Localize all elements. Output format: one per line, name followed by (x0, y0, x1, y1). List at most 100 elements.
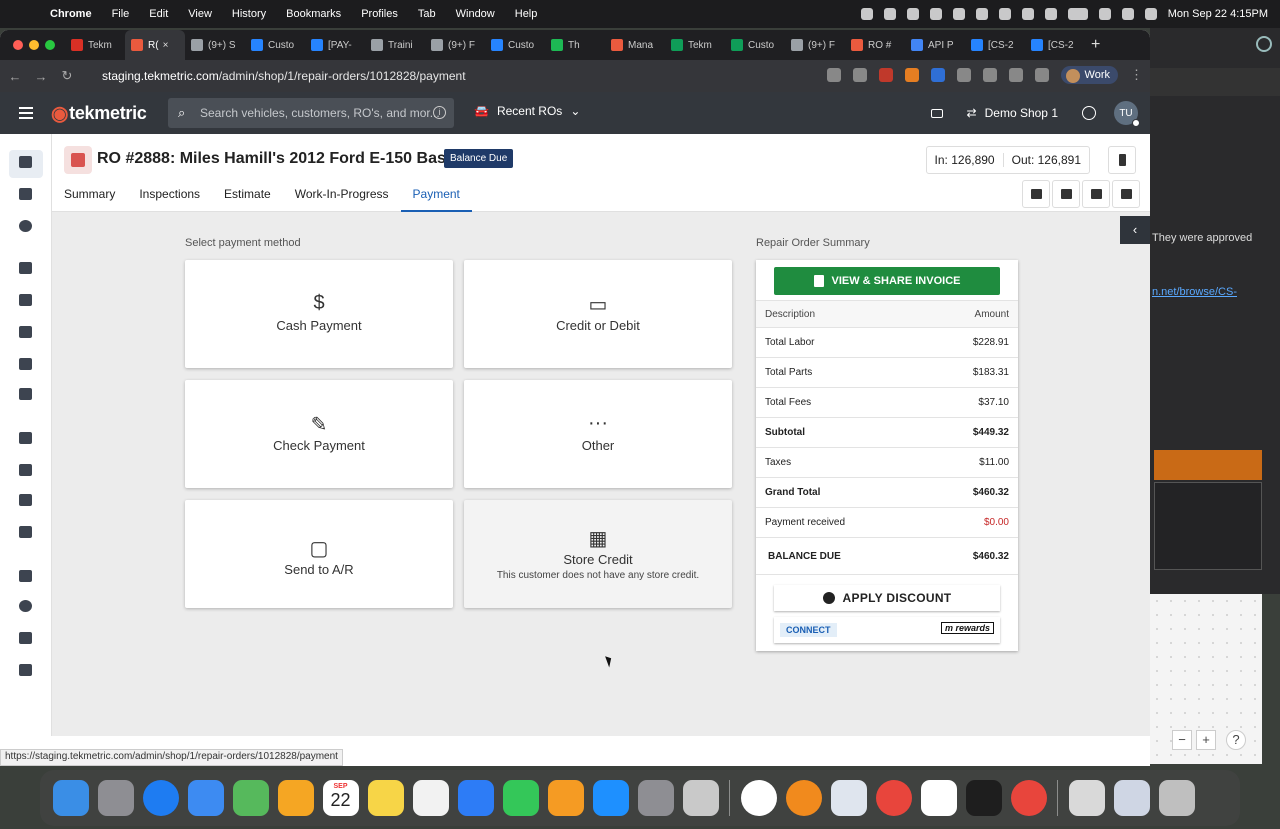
profile-button[interactable]: Work (1060, 66, 1118, 84)
global-search-input[interactable]: ⌕ Search vehicles, customers, RO's, and … (168, 98, 454, 128)
control-center-icon[interactable] (1144, 8, 1157, 20)
browser-tab[interactable]: Traini (365, 30, 425, 60)
browser-tab[interactable]: Custo (485, 30, 545, 60)
close-tab-icon[interactable]: × (163, 40, 169, 51)
screenshot-folder-icon[interactable] (1068, 780, 1105, 816)
news-icon[interactable] (412, 780, 449, 816)
user-avatar[interactable]: TU (1114, 101, 1140, 127)
car-icon[interactable] (19, 188, 32, 200)
check-payment-card[interactable]: ✎ Check Payment (185, 380, 453, 488)
print-icon[interactable] (1112, 180, 1140, 208)
shop-selector[interactable]: Demo Shop 1 (985, 106, 1058, 120)
connect-button[interactable]: CONNECT (780, 623, 837, 637)
close-window-button[interactable] (13, 40, 23, 50)
menu-tab[interactable]: Tab (418, 8, 436, 20)
install-app-icon[interactable] (826, 68, 841, 82)
tab-estimate[interactable]: Estimate (212, 182, 283, 212)
menu-window[interactable]: Window (456, 8, 495, 20)
apply-discount-button[interactable]: APPLY DISCOUNT (774, 585, 1000, 611)
inventory-icon[interactable] (19, 294, 32, 306)
calendar-icon[interactable] (19, 262, 32, 274)
clock[interactable]: Mon Sep 22 4:15PM (1168, 8, 1268, 20)
minimize-window-button[interactable] (29, 40, 39, 50)
extension-icon[interactable] (930, 68, 945, 82)
menu-file[interactable]: File (112, 8, 130, 20)
pages-icon[interactable] (547, 780, 584, 816)
send-to-ar-card[interactable]: ▢ Send to A/R (185, 500, 453, 608)
info-icon[interactable]: i (433, 106, 446, 119)
slack-icon[interactable] (920, 780, 957, 816)
chevron-left-icon[interactable]: ‹ (1120, 216, 1150, 244)
mileage-box[interactable]: In: 126,890 Out: 126,891 (925, 146, 1090, 174)
credit-debit-card[interactable]: ▭ Credit or Debit (464, 260, 732, 368)
bookmark-star-icon[interactable] (982, 68, 997, 82)
menu-app-name[interactable]: Chrome (50, 8, 92, 20)
reports-chart-icon[interactable] (19, 358, 32, 370)
tekmetric-logo[interactable]: ◉ tekmetric (51, 101, 147, 126)
tab-work-in-progress[interactable]: Work-In-Progress (283, 182, 401, 212)
iphone-mirroring-icon[interactable] (682, 780, 719, 816)
media-controls-icon[interactable] (1034, 68, 1049, 82)
menu-bookmarks[interactable]: Bookmarks (286, 8, 341, 20)
trash-icon[interactable] (1158, 780, 1195, 816)
reload-icon[interactable]: ↻ (56, 68, 78, 84)
status-icon[interactable] (929, 8, 942, 20)
pin-icon[interactable] (1108, 146, 1136, 174)
compass-app-icon[interactable] (740, 780, 777, 816)
keyboard-icon[interactable] (930, 108, 943, 118)
help-button[interactable]: ? (1226, 730, 1246, 750)
browser-tab[interactable]: Custo (245, 30, 305, 60)
notes-icon[interactable] (367, 780, 404, 816)
lastpass-icon[interactable] (785, 780, 822, 816)
help-icon[interactable] (1256, 36, 1272, 52)
spotlight-icon[interactable] (1121, 8, 1134, 20)
menu-view[interactable]: View (188, 8, 212, 20)
chrome-canary-icon[interactable] (1010, 780, 1047, 816)
zoom-out-button[interactable]: − (1172, 730, 1192, 750)
tab-payment[interactable]: Payment (400, 182, 472, 212)
keynote-icon[interactable] (457, 780, 494, 816)
shop-icon[interactable] (19, 464, 32, 476)
play-icon[interactable] (1044, 8, 1057, 20)
maps-icon[interactable] (232, 780, 269, 816)
cash-payment-card[interactable]: $ Cash Payment (185, 260, 453, 368)
marketing-icon[interactable] (19, 388, 32, 400)
zoom-in-button[interactable]: + (1196, 730, 1216, 750)
record-icon[interactable] (860, 8, 873, 20)
launchpad-icon[interactable] (97, 780, 134, 816)
browser-tab[interactable]: Tekm (665, 30, 725, 60)
view-share-invoice-button[interactable]: VIEW & SHARE INVOICE (774, 267, 1000, 295)
menu-profiles[interactable]: Profiles (361, 8, 398, 20)
tab-summary[interactable]: Summary (52, 182, 127, 212)
menu-edit[interactable]: Edit (149, 8, 168, 20)
url-field[interactable]: staging.tekmetric.com/admin/shop/1/repai… (102, 69, 466, 83)
forward-icon[interactable]: → (30, 69, 52, 84)
figma-icon[interactable] (965, 780, 1002, 816)
battery-icon[interactable] (1067, 8, 1088, 20)
status-icon[interactable] (975, 8, 988, 20)
settings-gear-icon[interactable] (19, 600, 32, 612)
dashboard-icon[interactable] (19, 156, 32, 168)
wifi-icon[interactable] (1098, 8, 1111, 20)
star-icon[interactable] (19, 494, 32, 506)
browser-tab[interactable]: [CS-2 (965, 30, 1025, 60)
browser-tab[interactable]: Mana (605, 30, 665, 60)
calendar-icon[interactable]: SEP 22 (322, 780, 359, 816)
chrome-menu-icon[interactable]: ⋮ (1130, 67, 1143, 83)
list-icon[interactable] (19, 326, 32, 338)
message-icon[interactable] (1052, 180, 1080, 208)
browser-tab[interactable]: API P (905, 30, 965, 60)
extension-icon[interactable] (878, 68, 893, 82)
tasks-icon[interactable] (19, 526, 32, 538)
bar-chart-icon[interactable] (1022, 180, 1050, 208)
browser-tab[interactable]: [PAY- (305, 30, 365, 60)
zoom-window-button[interactable] (45, 40, 55, 50)
background-link[interactable]: n.net/browse/CS- (1152, 286, 1237, 298)
finder-icon[interactable] (52, 780, 89, 816)
system-settings-icon[interactable] (637, 780, 674, 816)
preview-document-icon[interactable] (1113, 780, 1150, 816)
payments-card-icon[interactable] (19, 664, 32, 676)
back-icon[interactable]: ← (4, 69, 26, 84)
customers-icon[interactable] (19, 432, 32, 444)
folder-icon[interactable] (19, 570, 32, 582)
